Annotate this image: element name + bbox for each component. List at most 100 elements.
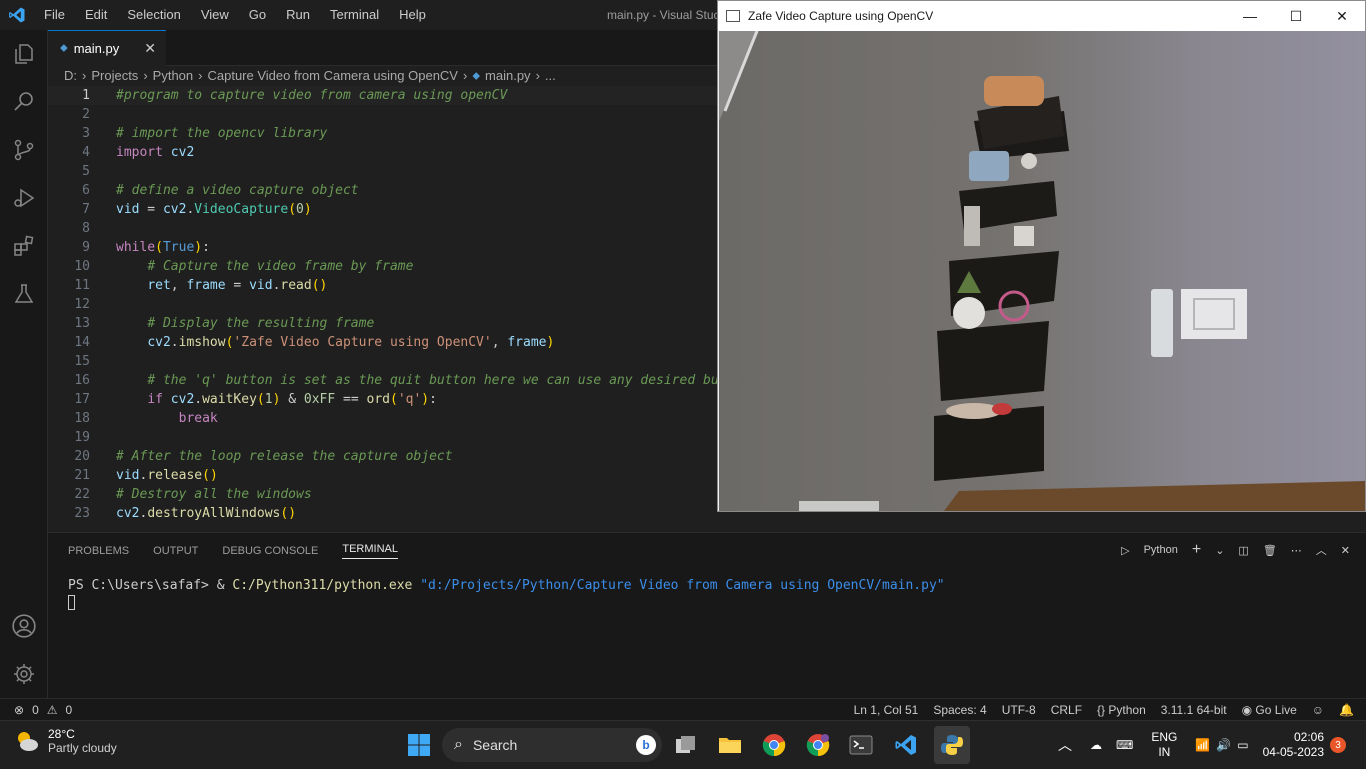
opencv-title-bar[interactable]: Zafe Video Capture using OpenCV — ☐ ✕ [718, 1, 1365, 31]
minimize-button[interactable]: — [1227, 8, 1273, 25]
tab-output[interactable]: OUTPUT [153, 545, 198, 557]
trash-icon[interactable]: 🗑 [1263, 544, 1277, 557]
breadcrumb-item[interactable]: Capture Video from Camera using OpenCV [207, 66, 458, 86]
maximize-button[interactable]: ☐ [1273, 8, 1319, 25]
more-icon[interactable]: ⋯ [1291, 544, 1302, 557]
python-app-icon[interactable] [934, 726, 970, 764]
close-button[interactable]: ✕ [1319, 8, 1365, 25]
gear-icon[interactable] [0, 650, 48, 698]
menu-file[interactable]: File [34, 0, 75, 30]
chevron-right-icon: › [462, 68, 468, 83]
chevron-down-icon[interactable]: ⌄ [1215, 544, 1224, 557]
warning-icon: ⚠ [46, 702, 58, 717]
tab-terminal[interactable]: TERMINAL [342, 543, 398, 559]
lang-line1: ENG [1151, 730, 1178, 744]
python-interpreter[interactable]: 3.11.1 64-bit [1161, 703, 1227, 717]
line-number: 21 [74, 468, 90, 483]
chrome-icon[interactable] [758, 729, 790, 761]
problems-status[interactable]: ⊗ 0 ⚠ 0 [0, 703, 72, 717]
close-tab-icon[interactable]: ✕ [144, 40, 156, 57]
menu-view[interactable]: View [191, 0, 239, 30]
tab-main-py[interactable]: ⬥ main.py ✕ [48, 30, 166, 66]
extensions-icon[interactable] [0, 222, 48, 270]
line-number: 10 [74, 259, 90, 274]
feedback-icon[interactable]: ☺ [1312, 703, 1324, 717]
terminal-shell-label[interactable]: Python [1144, 544, 1178, 556]
line-number: 9 [82, 240, 90, 255]
search-icon: ⌕ [454, 736, 463, 753]
breadcrumb-item[interactable]: ... [545, 66, 556, 86]
line-number: 17 [74, 392, 90, 407]
language-indicator[interactable]: ENG IN [1151, 730, 1177, 760]
search-icon[interactable] [0, 78, 48, 126]
onedrive-icon[interactable]: ☁ [1090, 738, 1102, 752]
opencv-window: Zafe Video Capture using OpenCV — ☐ ✕ [717, 0, 1366, 512]
taskbar: 28°C Partly cloudy ⌕ Search b ︿ ☁ ⌨ ENG … [0, 720, 1366, 768]
line-number: 20 [74, 449, 90, 464]
tab-debug-console[interactable]: DEBUG CONSOLE [222, 545, 318, 557]
task-view-icon[interactable] [670, 729, 702, 761]
line-number: 11 [74, 278, 90, 293]
terminal-output[interactable]: PS C:\Users\safaf> & C:/Python311/python… [48, 568, 1366, 620]
language-mode[interactable]: {} Python [1097, 703, 1146, 717]
bottom-panel: PROBLEMS OUTPUT DEBUG CONSOLE TERMINAL ▷… [48, 532, 1366, 698]
breadcrumb-item[interactable]: main.py [485, 66, 531, 86]
wifi-icon[interactable]: 📶 [1195, 738, 1210, 752]
keyboard-icon[interactable]: ⌨ [1116, 738, 1133, 752]
clock[interactable]: 02:06 04-05-2023 [1263, 730, 1324, 760]
terminal-exe: C:/Python311/python.exe [232, 578, 413, 593]
warning-count: 0 [65, 702, 73, 717]
file-explorer-icon[interactable] [714, 729, 746, 761]
line-number: 3 [82, 126, 90, 141]
run-debug-icon[interactable] [0, 174, 48, 222]
weather-widget[interactable]: 28°C Partly cloudy [14, 727, 117, 755]
chevron-right-icon: › [143, 68, 148, 83]
menu-terminal[interactable]: Terminal [320, 0, 389, 30]
chrome-profile-icon[interactable] [802, 729, 834, 761]
taskbar-search[interactable]: ⌕ Search b [442, 728, 662, 762]
vscode-taskbar-icon[interactable] [890, 729, 922, 761]
volume-icon[interactable]: 🔊 [1216, 738, 1231, 752]
code-text: import cv2 [116, 145, 195, 160]
notification-badge[interactable]: 3 [1330, 737, 1346, 753]
encoding[interactable]: UTF-8 [1002, 703, 1036, 717]
windows-start-icon[interactable] [403, 729, 435, 761]
battery-icon[interactable]: ▭ [1237, 738, 1248, 752]
code-text: if cv2.waitKey(1) & 0xFF == ord('q'): [147, 392, 437, 407]
breadcrumb-item[interactable]: Python [153, 66, 193, 86]
terminal-app-icon[interactable] [845, 729, 877, 761]
chevron-up-icon[interactable]: ︿ [1316, 542, 1327, 558]
go-live[interactable]: ◉ Go Live [1242, 703, 1297, 717]
terminal-amp: & [216, 578, 233, 593]
menu-edit[interactable]: Edit [75, 0, 117, 30]
line-number: 18 [74, 411, 90, 426]
breadcrumb-item[interactable]: Projects [91, 66, 138, 86]
new-terminal-icon[interactable]: + [1192, 541, 1201, 559]
close-panel-icon[interactable]: ✕ [1341, 544, 1350, 557]
split-terminal-icon[interactable]: ◫ [1238, 544, 1248, 557]
line-number: 19 [74, 430, 90, 445]
account-icon[interactable] [0, 602, 48, 650]
code-text: cv2.destroyAllWindows() [116, 506, 297, 521]
line-endings[interactable]: CRLF [1051, 703, 1082, 717]
indentation[interactable]: Spaces: 4 [933, 703, 986, 717]
breadcrumb-item[interactable]: D: [64, 66, 77, 86]
code-text: while(True): [116, 240, 210, 255]
menu-go[interactable]: Go [239, 0, 276, 30]
clock-time: 02:06 [1293, 730, 1324, 744]
cursor-position[interactable]: Ln 1, Col 51 [854, 703, 919, 717]
explorer-icon[interactable] [0, 30, 48, 78]
code-text: # the 'q' button is set as the quit butt… [147, 373, 727, 388]
menu-selection[interactable]: Selection [117, 0, 190, 30]
tab-problems[interactable]: PROBLEMS [68, 545, 129, 557]
menu-run[interactable]: Run [276, 0, 320, 30]
go-live-label: Go Live [1255, 702, 1297, 717]
testing-icon[interactable] [0, 270, 48, 318]
chevron-up-icon[interactable]: ︿ [1058, 735, 1072, 755]
source-control-icon[interactable] [0, 126, 48, 174]
menu-help[interactable]: Help [389, 0, 436, 30]
bell-icon[interactable]: 🔔 [1339, 703, 1354, 717]
